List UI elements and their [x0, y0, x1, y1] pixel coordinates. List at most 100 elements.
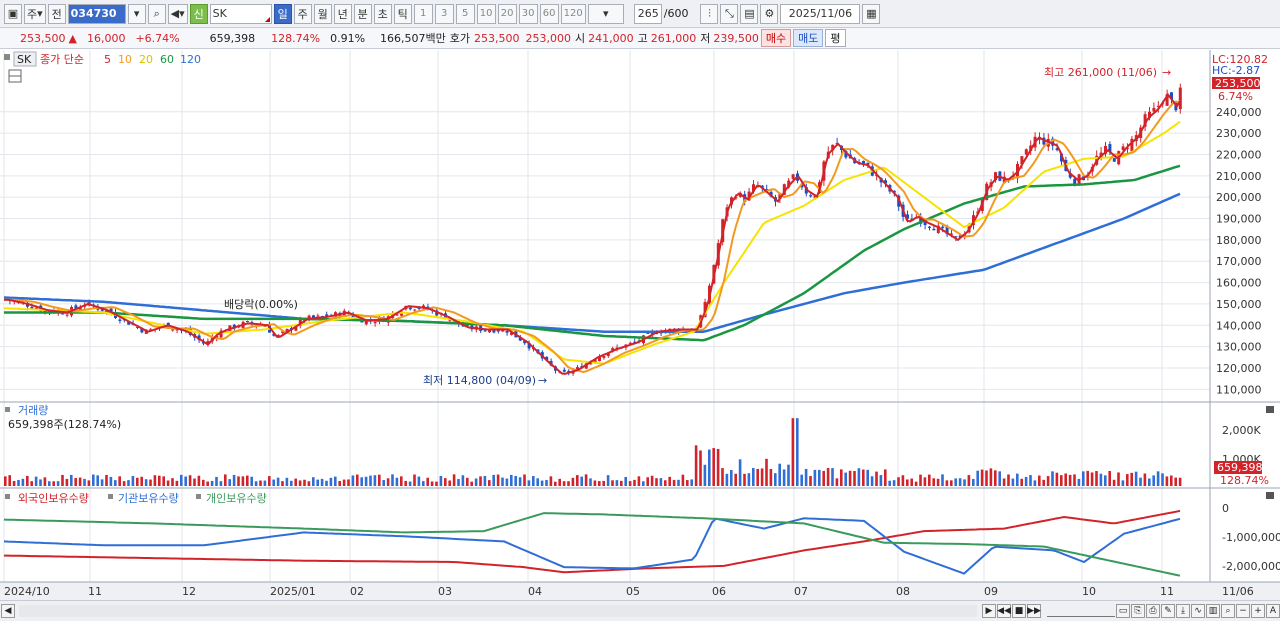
save-icon[interactable]: ▤ — [740, 3, 759, 24]
volume-bar — [699, 450, 702, 486]
ask-price: 253,500 — [474, 31, 520, 45]
date-input[interactable]: 2025/11/06 — [780, 3, 861, 24]
interval-5-button[interactable]: 5 — [455, 3, 475, 24]
dropdown-icon[interactable]: ▾ — [127, 3, 146, 24]
x-axis-label: 06 — [712, 585, 726, 598]
volume-bar — [1051, 471, 1054, 486]
font-icon[interactable]: A — [1266, 604, 1280, 618]
stock-chart[interactable]: SK 종가 단순 5 10 20 60 120 110,000120,00013… — [0, 50, 1280, 600]
volume-bar — [4, 476, 7, 486]
volume-bar — [1104, 475, 1107, 486]
volume-bar — [844, 472, 847, 486]
legend-ma10: 10 — [118, 53, 132, 66]
period-year-tab[interactable]: 년 — [333, 3, 352, 24]
zoom-fit-icon[interactable]: ▭ — [1116, 604, 1130, 618]
layout-icon[interactable]: ▣ — [4, 3, 22, 24]
legend-ma5: 5 — [104, 53, 111, 66]
volume-bar — [620, 480, 623, 486]
volume-bar — [426, 477, 429, 486]
period-minute-tab[interactable]: 분 — [353, 3, 372, 24]
candle-icon[interactable]: ⫶ — [700, 3, 719, 24]
volume-bar — [822, 470, 825, 486]
zoom-icon[interactable]: ⌕ — [1221, 604, 1235, 618]
speaker-icon[interactable]: ◀▾ — [167, 3, 188, 24]
candle-body — [171, 329, 175, 331]
forward-icon[interactable]: ▶▶ — [1027, 604, 1041, 618]
volume-bar — [624, 476, 627, 486]
scroll-left-icon[interactable]: ◀ — [1, 604, 15, 618]
candle-body — [488, 330, 491, 333]
chart-icon[interactable]: ∿ — [1191, 604, 1205, 618]
volume-bar — [615, 480, 619, 486]
interval-custom-select[interactable]: ▾ — [587, 3, 624, 24]
eval-button[interactable]: 평 — [825, 29, 846, 47]
interval-3-button[interactable]: 3 — [434, 3, 454, 24]
volume-bar — [694, 445, 698, 486]
volume-bar — [8, 475, 11, 486]
copy-icon[interactable]: ⎘ — [1131, 604, 1145, 618]
minus-icon[interactable]: − — [1236, 604, 1250, 618]
calendar-icon[interactable]: ▦ — [862, 3, 881, 24]
volume-bar — [1073, 474, 1076, 486]
print-icon[interactable]: ⎙ — [1146, 604, 1160, 618]
volume-bar — [892, 480, 896, 486]
volume-bar — [461, 475, 465, 486]
period-day-tab[interactable]: 일 — [273, 3, 292, 24]
volume-bar — [338, 481, 341, 486]
volume-bar — [1174, 477, 1177, 486]
interval-30-button[interactable]: 30 — [518, 3, 538, 24]
count-input[interactable]: 265 — [633, 3, 662, 24]
interval-1-button[interactable]: 1 — [413, 3, 433, 24]
scroll-track[interactable] — [19, 605, 977, 617]
rewind-icon[interactable]: ◀◀ — [997, 604, 1011, 618]
chart-scrollbar[interactable]: ◀ ▶ ◀◀ ■ ▶▶ ▭ ⎘ ⎙ ✎ ⤓ ∿ ▥ ⌕ − + A — [0, 600, 1280, 621]
volume-bar — [215, 476, 218, 486]
pin-icon[interactable]: ⤓ — [1176, 604, 1190, 618]
stop-icon[interactable]: ■ — [1012, 604, 1026, 618]
candle-body — [246, 320, 249, 322]
tool-icon[interactable]: ✎ — [1161, 604, 1175, 618]
market-select[interactable]: 주 ▾ — [24, 3, 46, 24]
credit-badge[interactable]: 신 — [189, 3, 208, 24]
holding-close-icon[interactable] — [1266, 492, 1274, 499]
volume-bar — [193, 478, 196, 486]
interval-60-button[interactable]: 60 — [539, 3, 559, 24]
crosshair-icon[interactable]: ⤡ — [720, 3, 739, 24]
period-tick-tab[interactable]: 틱 — [393, 3, 412, 24]
price-tick-label: 190,000 — [1216, 213, 1262, 226]
volume-bar — [637, 476, 641, 486]
x-axis-label: 11/06 — [1222, 585, 1254, 598]
volume-bar — [1046, 476, 1050, 486]
volume-bar — [356, 474, 359, 486]
x-axis-label: 12 — [182, 585, 196, 598]
price-tick-label: 240,000 — [1216, 106, 1262, 119]
sell-button[interactable]: 매도 — [793, 29, 824, 47]
period-month-tab[interactable]: 월 — [313, 3, 332, 24]
plus-icon[interactable]: + — [1251, 604, 1265, 618]
volume-close-icon[interactable] — [1266, 406, 1274, 413]
stock-code-input[interactable]: 034730 — [67, 3, 126, 24]
volume-bar — [910, 478, 913, 486]
volume-value: 659,398 — [209, 31, 256, 45]
play-icon[interactable]: ▶ — [982, 604, 996, 618]
legend-ma20: 20 — [139, 53, 153, 66]
price-tick-label: 230,000 — [1216, 127, 1262, 140]
bar-icon[interactable]: ▥ — [1206, 604, 1220, 618]
volume-bar — [118, 476, 121, 486]
search-icon[interactable]: ⌕ — [147, 3, 166, 24]
interval-10-button[interactable]: 10 — [476, 3, 496, 24]
volume-bar — [1024, 476, 1028, 486]
volume-bar — [417, 476, 421, 486]
volume-bar — [492, 474, 495, 486]
gear-icon[interactable]: ⚙ — [760, 3, 779, 24]
interval-20-button[interactable]: 20 — [497, 3, 517, 24]
period-second-tab[interactable]: 초 — [373, 3, 392, 24]
volume-bar — [510, 474, 513, 486]
speed-slider[interactable] — [1047, 605, 1115, 617]
period-week-tab[interactable]: 주 — [293, 3, 312, 24]
buy-button[interactable]: 매수 — [760, 29, 792, 47]
interval-120-button[interactable]: 120 — [560, 3, 586, 24]
volume-bar — [963, 479, 966, 486]
stock-name-field[interactable]: SK — [209, 3, 272, 24]
prev-button[interactable]: 전 — [47, 3, 66, 24]
